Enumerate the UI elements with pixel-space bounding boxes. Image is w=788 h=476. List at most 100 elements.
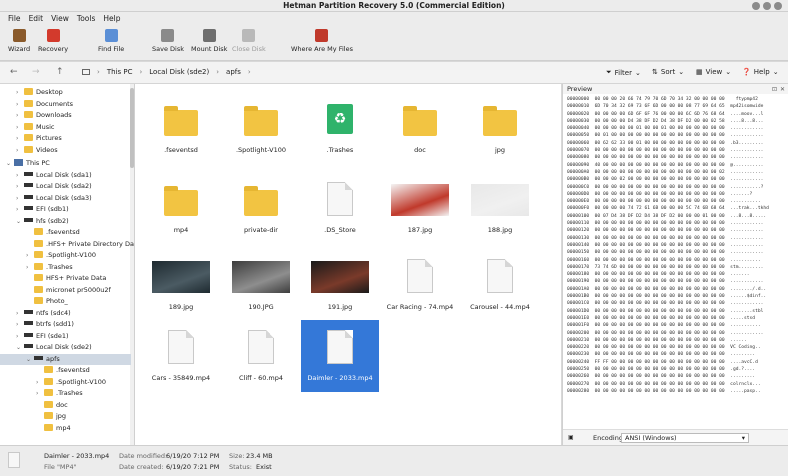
hex-line: 00000070 00 00 00 00 00 00 00 00 00 00 0… [567,148,764,154]
tree-item[interactable]: .fseventsd [0,365,131,377]
expand-arrow-icon[interactable]: › [16,170,24,182]
expand-arrow-icon[interactable]: › [26,250,34,262]
expand-arrow-icon[interactable]: › [36,388,44,400]
expand-arrow-icon[interactable]: › [26,262,34,274]
expand-arrow-icon[interactable]: ⌄ [16,216,24,228]
tree-item[interactable]: mp4 [0,423,131,435]
menu-file[interactable]: File [4,12,25,25]
tree-item[interactable]: doc [0,400,131,412]
expand-arrow-icon[interactable]: › [16,145,24,157]
menu-help[interactable]: Help [99,12,124,25]
tree-item[interactable]: ⌄ hfs (sdb2) [0,216,131,228]
tree-item[interactable]: › Local Disk (sda2) [0,181,131,193]
file-tile[interactable]: 189.jpg [142,249,220,321]
file-tile[interactable]: Cliff - 60.mp4 [222,320,300,392]
file-tile[interactable]: 191.jpg [301,249,379,321]
tree-item[interactable]: › .Spotlight-V100 [0,250,131,262]
breadcrumb-apfs[interactable]: apfs [226,68,241,76]
expand-arrow-icon[interactable]: › [16,331,24,343]
file-tile[interactable]: doc [381,92,459,164]
tree-item[interactable]: ⌄ apfs [0,353,131,366]
tree-item[interactable]: › ntfs (sdc4) [0,308,131,320]
tree-item[interactable]: › Videos [0,145,131,157]
expand-arrow-icon[interactable]: › [36,377,44,389]
file-tile[interactable]: .DS_Store [301,172,379,244]
expand-arrow-icon[interactable]: › [16,122,24,134]
expand-arrow-icon[interactable]: ⌄ [26,354,34,366]
file-tile[interactable]: jpg [461,92,539,164]
tree-item[interactable]: HFS+ Private Data [0,273,131,285]
tree-item[interactable]: ⌄ Local Disk (sde2) [0,342,131,354]
tree-item[interactable]: › .Trashes [0,262,131,274]
help-button[interactable]: ❓ Help ⌄ [742,68,779,76]
menu-edit[interactable]: Edit [25,12,48,25]
tree-item[interactable]: › Local Disk (sda3) [0,193,131,205]
tree-item[interactable]: micronet pr5000u2f [0,285,131,297]
breadcrumb-this-pc[interactable]: This PC [107,68,133,76]
tree-item[interactable]: › .Trashes [0,388,131,400]
menu-view[interactable]: View [47,12,73,25]
file-tile[interactable]: Car Racing - 74.mp4 [381,249,459,321]
tree-item[interactable]: › EFI (sdb1) [0,204,131,216]
maximize-button[interactable] [763,2,771,10]
back-arrow-icon[interactable]: ← [10,67,18,77]
wizard-button[interactable]: Wizard [8,29,30,53]
forward-arrow-icon[interactable]: → [32,67,40,77]
expand-arrow-icon[interactable]: ⌄ [16,342,24,354]
find-file-button[interactable]: Find File [98,29,124,53]
file-tile[interactable]: 187.jpg [381,172,459,244]
tree-item[interactable]: › Local Disk (sda1) [0,170,131,182]
file-tile[interactable]: private-dir [222,172,300,244]
file-tile[interactable]: 190.JPG [222,249,300,321]
tree-item[interactable]: › Documents [0,99,131,111]
sort-button[interactable]: ⇅ Sort ⌄ [652,68,684,76]
file-tile[interactable]: .fseventsd [142,92,220,164]
view-button[interactable]: ▦ View ⌄ [696,68,731,76]
file-tile[interactable]: Cars - 35849.mp4 [142,320,220,392]
file-tile[interactable]: Daimler - 2033.mp4 [301,320,379,392]
where-are-my-files-button[interactable]: Where Are My Files [291,29,353,53]
minimize-button[interactable] [752,2,760,10]
tree-item[interactable]: › Downloads [0,110,131,122]
breadcrumb-local-disk[interactable]: Local Disk (sde2) [149,68,209,76]
expand-arrow-icon[interactable]: › [16,193,24,205]
file-tile[interactable]: 188.jpg [461,172,539,244]
expand-arrow-icon[interactable]: › [16,181,24,193]
tree-item[interactable]: jpg [0,411,131,423]
up-arrow-icon[interactable]: ↑ [56,67,64,77]
expand-arrow-icon[interactable]: › [16,204,24,216]
file-tile[interactable]: ♻ .Trashes [301,92,379,164]
expand-arrow-icon[interactable]: › [16,133,24,145]
expand-arrow-icon[interactable]: › [16,87,24,99]
file-tile[interactable]: mp4 [142,172,220,244]
tree-item[interactable]: Photo_ [0,296,131,308]
file-tile[interactable]: .Spotlight-V100 [222,92,300,164]
tree-item[interactable]: › Desktop [0,87,131,99]
close-disk-button[interactable]: Close Disk [232,29,266,53]
filter-button[interactable]: ⏷ Filter ⌄ [606,68,641,77]
tree-item[interactable]: .fseventsd [0,227,131,239]
file-tile[interactable]: Carousel - 44.mp4 [461,249,539,321]
tree-item[interactable]: › Music [0,122,131,134]
menu-tools[interactable]: Tools [73,12,99,25]
disk-icon [34,355,43,360]
expand-arrow-icon[interactable]: › [16,99,24,111]
tree-item[interactable]: › btrfs (sdd1) [0,319,131,331]
close-window-button[interactable] [774,2,782,10]
recovery-button[interactable]: Recovery [38,29,68,53]
encoding-select[interactable]: ANSI (Windows) ▾ [621,433,749,443]
expand-arrow-icon[interactable]: › [16,110,24,122]
expand-arrow-icon[interactable]: › [16,308,24,320]
mount-disk-button[interactable]: Mount Disk [191,29,227,53]
close-preview-icon[interactable]: ✕ [780,85,785,95]
tree-item[interactable]: › .Spotlight-V100 [0,377,131,389]
tree-item[interactable]: › Pictures [0,133,131,145]
expand-arrow-icon[interactable]: › [16,319,24,331]
expand-arrow-icon[interactable]: ⌄ [6,158,14,170]
pin-icon[interactable]: ⊡ [772,85,777,95]
tree-item[interactable]: ⌄ This PC [0,158,131,170]
save-disk-button[interactable]: Save Disk [152,29,184,53]
tree-item[interactable]: .HFS+ Private Directory Data [0,239,134,251]
hex-icon[interactable]: ▣ [568,434,574,441]
tree-item[interactable]: › EFI (sde1) [0,331,131,343]
